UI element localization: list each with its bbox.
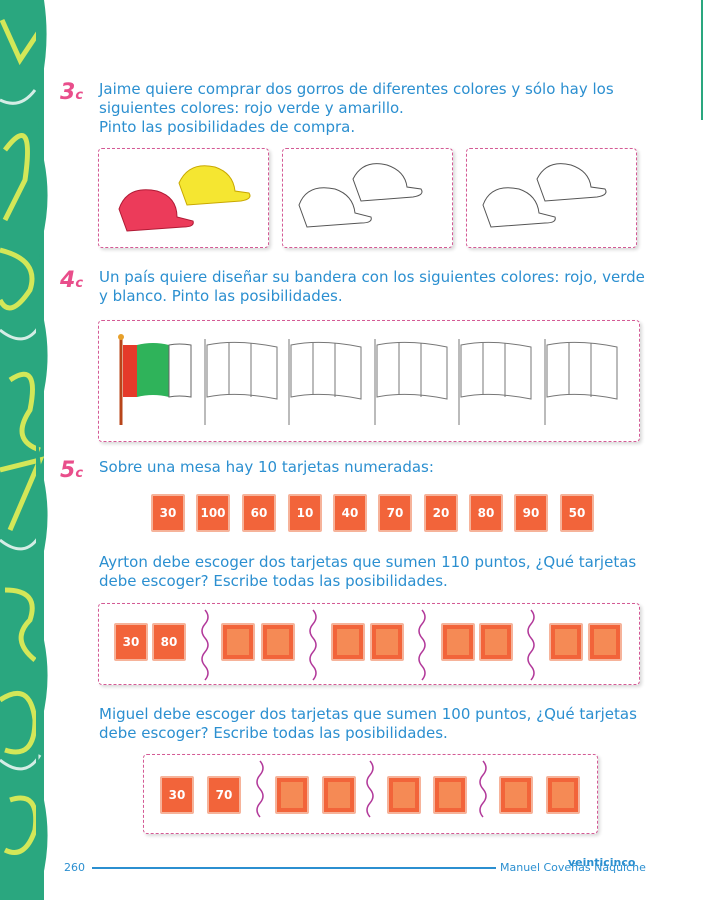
number-card: 60 xyxy=(242,494,276,532)
answer-card-blank[interactable] xyxy=(588,623,622,661)
number-card: 50 xyxy=(560,494,594,532)
answer-card-blank[interactable] xyxy=(499,776,533,814)
cap-pair-colored-icon xyxy=(118,165,251,232)
answer-card-blank[interactable] xyxy=(441,623,475,661)
number-card: 30 xyxy=(151,494,185,532)
ayrton-line: debe escoger? Escribe todas las posibili… xyxy=(99,572,448,590)
answer-card: 30 xyxy=(160,776,194,814)
number-card: 100 xyxy=(196,494,230,532)
answer-card-blank[interactable] xyxy=(370,623,404,661)
page-word: veinticinco xyxy=(568,856,636,869)
ayrton-question: Ayrton debe escoger dos tarjetas que sum… xyxy=(99,553,636,591)
number-card: 90 xyxy=(514,494,548,532)
question-number-4: 4c xyxy=(60,268,84,293)
caps-box-blank-2[interactable] xyxy=(466,148,637,248)
number-card: 40 xyxy=(333,494,367,532)
answer-card-blank[interactable] xyxy=(331,623,365,661)
answer-card-blank[interactable] xyxy=(261,623,295,661)
number-card: 70 xyxy=(378,494,412,532)
question-5-line: Sobre una mesa hay 10 tarjetas numeradas… xyxy=(99,458,434,476)
answer-card-blank[interactable] xyxy=(275,776,309,814)
number-card: 20 xyxy=(424,494,458,532)
flags-box xyxy=(98,320,640,442)
question-4-line: y blanco. Pinto las posibilidades. xyxy=(99,287,343,305)
miguel-line: Miguel debe escoger dos tarjetas que sum… xyxy=(99,705,637,723)
answer-card-blank[interactable] xyxy=(322,776,356,814)
answer-card: 30 xyxy=(114,623,148,661)
footer-divider xyxy=(92,867,496,869)
right-edge-line xyxy=(701,0,703,120)
number-card: 10 xyxy=(288,494,322,532)
answer-card-blank[interactable] xyxy=(479,623,513,661)
answer-card: 80 xyxy=(152,623,186,661)
question-4-line: Un país quiere diseñar su bandera con lo… xyxy=(99,268,645,286)
answer-card-blank[interactable] xyxy=(387,776,421,814)
answer-card: 70 xyxy=(207,776,241,814)
question-number-5: 5c xyxy=(60,458,84,483)
answer-card-blank[interactable] xyxy=(433,776,467,814)
answer-card-blank[interactable] xyxy=(549,623,583,661)
page-number: 260 xyxy=(64,861,85,874)
question-3-line: siguientes colores: rojo verde y amarill… xyxy=(99,99,404,117)
question-3-line: Jaime quiere comprar dos gorros de difer… xyxy=(99,80,614,98)
question-5-text: Sobre una mesa hay 10 tarjetas numeradas… xyxy=(99,458,434,477)
ayrton-line: Ayrton debe escoger dos tarjetas que sum… xyxy=(99,553,637,571)
question-4-text: Un país quiere diseñar su bandera con lo… xyxy=(99,268,645,306)
question-number-3: 3c xyxy=(60,80,84,105)
cap-pair-outline-icon[interactable] xyxy=(283,149,452,247)
flags-illustration xyxy=(118,334,618,425)
cap-pair-outline-icon[interactable] xyxy=(467,149,636,247)
question-3-line: Pinto las posibilidades de compra. xyxy=(99,118,356,136)
answer-card-blank[interactable] xyxy=(221,623,255,661)
caps-box-blank-1[interactable] xyxy=(282,148,453,248)
answer-card-blank[interactable] xyxy=(546,776,580,814)
number-card: 80 xyxy=(469,494,503,532)
miguel-question: Miguel debe escoger dos tarjetas que sum… xyxy=(99,705,637,743)
miguel-line: debe escoger? Escribe todas las posibili… xyxy=(99,724,448,742)
question-3-text: Jaime quiere comprar dos gorros de difer… xyxy=(99,80,614,137)
flag-colored-icon xyxy=(118,334,192,425)
caps-box-example xyxy=(98,148,269,248)
sidebar-wave-edge xyxy=(36,0,48,900)
